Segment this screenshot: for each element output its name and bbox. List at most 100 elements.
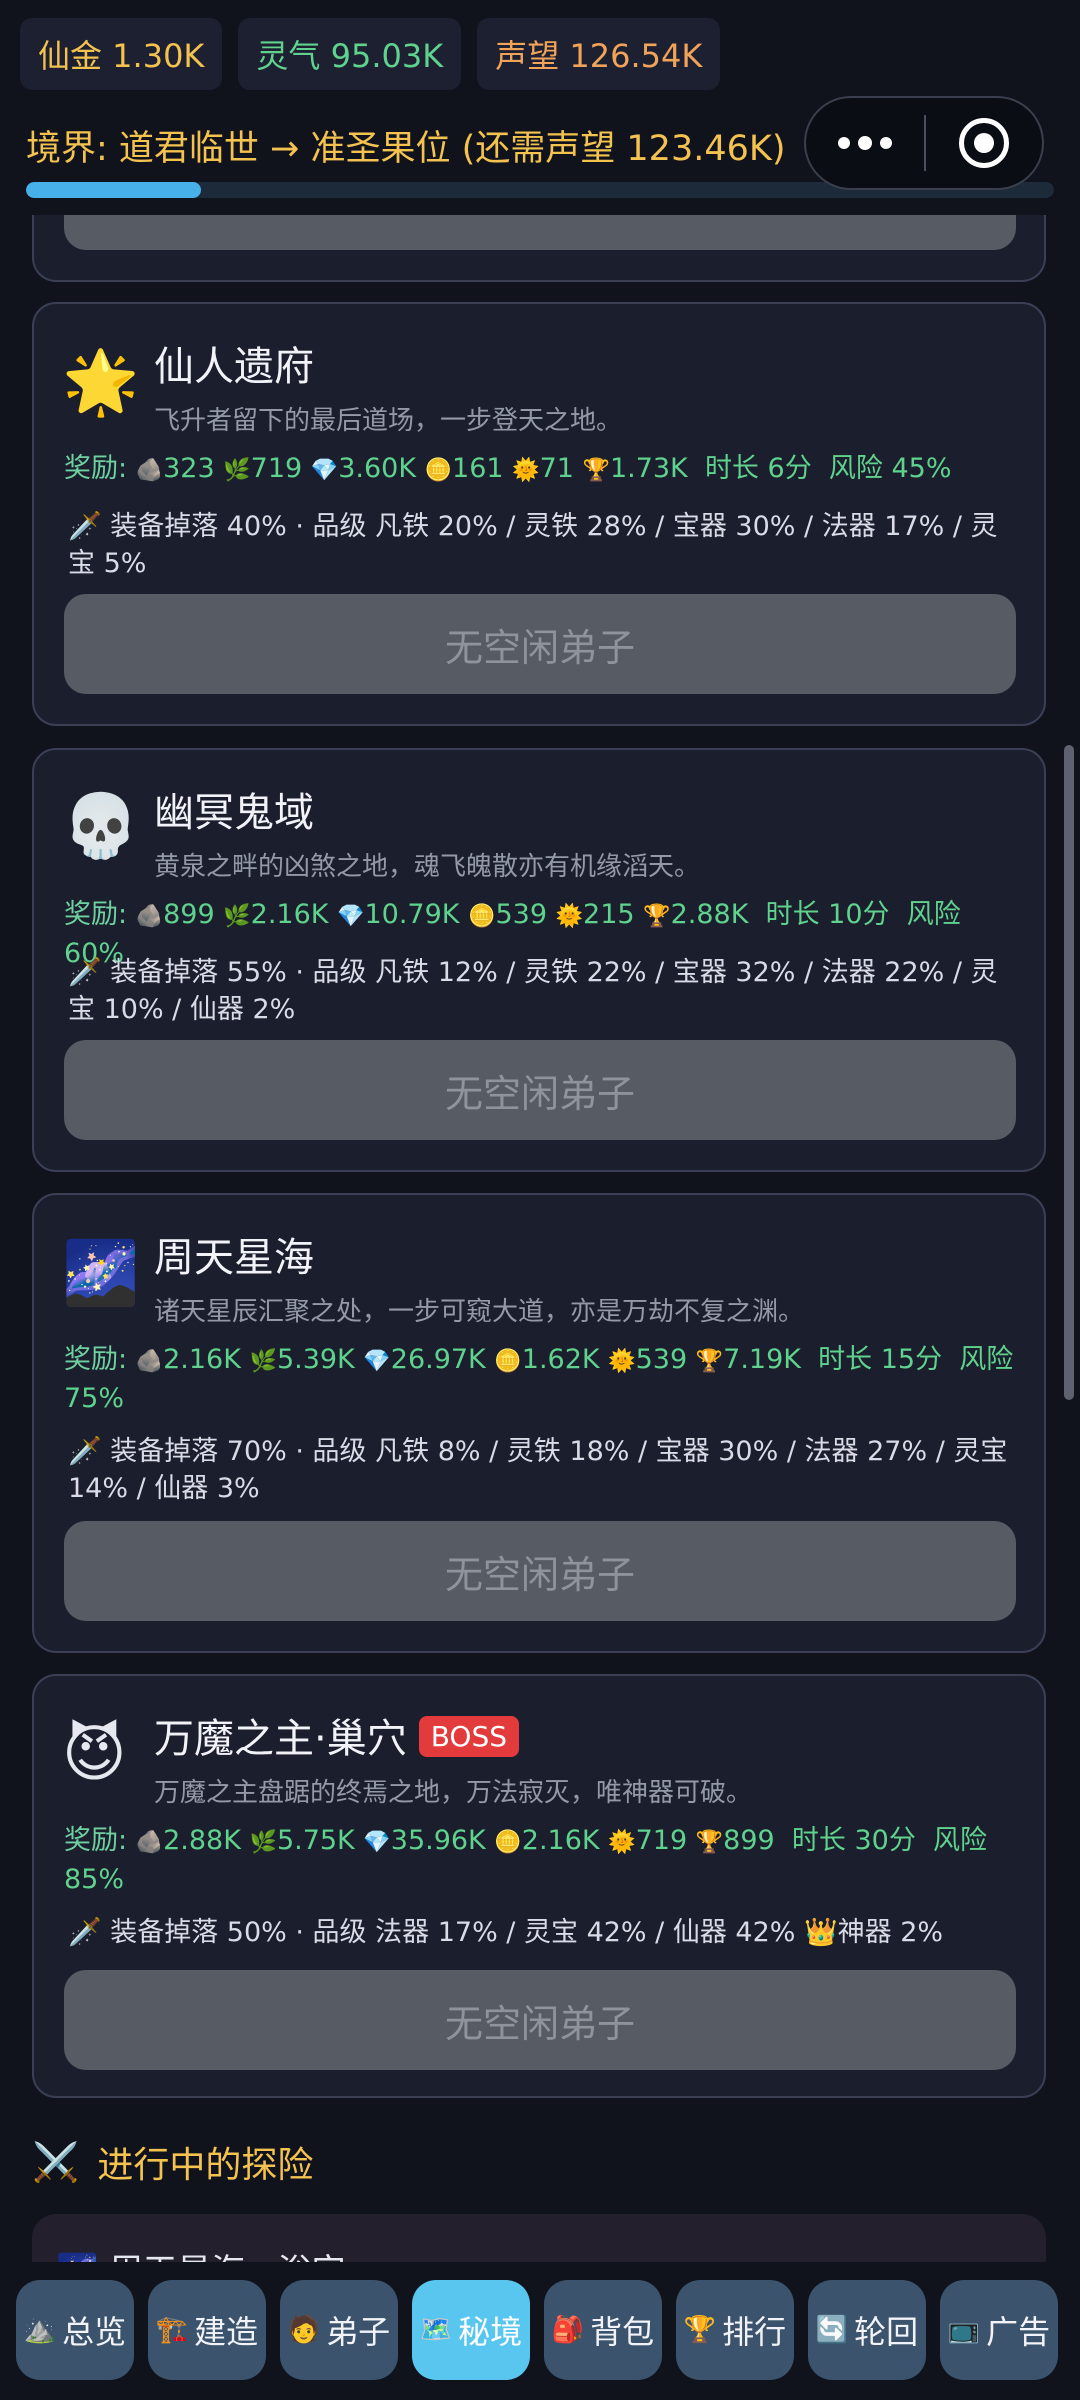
dot-icon — [880, 137, 892, 149]
realm-title-text: 万魔之主·巢穴 — [154, 1716, 407, 1762]
more-menu-button[interactable] — [806, 98, 924, 188]
trophy-icon: 🏆 — [683, 2315, 717, 2345]
dot-icon — [858, 136, 872, 150]
reward-label: 奖励: — [64, 1344, 128, 1375]
reward-value: 719 — [250, 453, 303, 484]
reward-value: 26.97K — [390, 1344, 486, 1375]
reward-value: 539 — [635, 1344, 688, 1375]
sun-icon: 🌞 — [608, 1349, 636, 1374]
target-icon — [959, 118, 1009, 168]
coin-icon: 🪙 — [424, 458, 453, 483]
nav-items: ⛰️ 总览 🏗️ 建造 🧑 弟子 🗺️ 秘境 🎒 背包 🏆 排行 🔄 轮回 📺 广告 — [16, 2280, 1058, 2380]
no-idle-disciple-button[interactable]: 无空闲弟子 — [64, 1521, 1016, 1621]
nav-disciples[interactable]: 🧑 弟子 — [280, 2280, 398, 2380]
stone-icon: 🪨 — [135, 1830, 164, 1855]
reward-value: 323 — [163, 453, 215, 484]
herb-icon: 🌿 — [223, 458, 251, 483]
realm-status: 境界: 道君临世 → 准圣果位 (还需声望 123.46K) — [26, 129, 786, 169]
realm-card: 😈 万魔之主·巢穴 BOSS 万魔之主盘踞的终焉之地，万法寂灭，唯神器可破。 奖励… — [32, 1674, 1046, 2098]
drop-info: 🗡️ 装备掉落 55% · 品级 凡铁 12% / 灵铁 22% / 宝器 32… — [68, 957, 998, 1025]
coin-icon: 🪙 — [494, 1830, 522, 1855]
galaxy-icon: 🌌 — [62, 1236, 140, 1309]
nav-ranking[interactable]: 🏆 排行 — [676, 2280, 794, 2380]
nav-label: 弟子 — [326, 2313, 391, 2351]
stone-icon: 🪨 — [135, 1349, 164, 1374]
boss-badge: BOSS — [418, 1716, 520, 1757]
realm-title: 万魔之主·巢穴 BOSS — [154, 1706, 520, 1764]
reward-value: 539 — [495, 899, 548, 930]
nav-overview[interactable]: ⛰️ 总览 — [16, 2280, 134, 2380]
reward-value: 5.75K — [276, 1825, 355, 1856]
drop-info: 🗡️ 装备掉落 70% · 品级 凡铁 8% / 灵铁 18% / 宝器 30%… — [68, 1436, 1008, 1504]
coin-icon: 🪙 — [494, 1349, 522, 1374]
reward-label: 奖励: — [64, 453, 128, 484]
scrollbar[interactable] — [1064, 745, 1074, 1400]
stone-icon: 🪨 — [135, 458, 164, 483]
map-icon: 🗺️ — [419, 2315, 453, 2345]
nav-label: 背包 — [590, 2313, 655, 2351]
nav-label: 排行 — [722, 2313, 787, 2351]
realm-description: 万魔之主盘踞的终焉之地，万法寂灭，唯神器可破。 — [154, 1778, 753, 1808]
no-idle-disciple-button[interactable]: 无空闲弟子 — [64, 594, 1016, 694]
reward-value: 7.19K — [723, 1344, 801, 1375]
nav-label: 轮回 — [854, 2313, 919, 2351]
gem-icon: 💎 — [363, 1349, 391, 1374]
gem-icon: 💎 — [363, 1830, 391, 1855]
reward-value: 2.16K — [521, 1825, 600, 1856]
gem-icon: 💎 — [310, 458, 339, 483]
trophy-icon: 🏆 — [582, 458, 610, 483]
nav-secret-realm[interactable]: 🗺️ 秘境 — [412, 2280, 530, 2380]
reward-value: 719 — [635, 1825, 688, 1856]
duration: 时长 15分 — [818, 1344, 943, 1375]
reward-value: 2.16K — [250, 899, 329, 930]
realm-description: 黄泉之畔的凶煞之地，魂飞魄散亦有机缘滔天。 — [154, 852, 701, 882]
reward-value: 2.88K — [163, 1825, 241, 1856]
reward-value: 899 — [723, 1825, 775, 1856]
risk: 风险 45% — [828, 453, 952, 484]
no-idle-disciple-button[interactable]: 无空闲弟子 — [64, 1970, 1016, 2070]
reward-value: 899 — [163, 899, 215, 930]
nav-backpack[interactable]: 🎒 背包 — [544, 2280, 662, 2380]
drop-info: 🗡️ 装备掉落 50% · 品级 法器 17% / 灵宝 42% / 仙器 42… — [68, 1917, 944, 1948]
cycle-icon: 🔄 — [815, 2315, 849, 2345]
trophy-icon: 🏆 — [643, 904, 671, 929]
ongoing-section-header: ⚔️ 进行中的探险 — [32, 2136, 313, 2188]
no-idle-disciple-button[interactable]: 无空闲弟子 — [64, 1040, 1016, 1140]
resource-chips: 仙金 1.30K 灵气 95.03K 声望 126.54K — [20, 18, 721, 90]
reward-value: 2.16K — [163, 1344, 241, 1375]
herb-icon: 🌿 — [223, 904, 251, 929]
nav-label: 秘境 — [458, 2313, 523, 2351]
reward-value: 10.79K — [364, 899, 460, 930]
backpack-icon: 🎒 — [551, 2315, 585, 2345]
reward-value: 2.88K — [670, 899, 749, 930]
tv-icon: 📺 — [947, 2315, 981, 2345]
trophy-icon: 🏆 — [695, 1349, 724, 1374]
reward-value: 1.73K — [609, 453, 688, 484]
reward-value: 161 — [452, 453, 504, 484]
reward-value: 215 — [583, 899, 635, 930]
construction-icon: 🏗️ — [155, 2315, 189, 2345]
realm-title: 周天星海 — [154, 1235, 314, 1281]
sun-icon: 🌞 — [608, 1830, 636, 1855]
sun-icon: 🌞 — [555, 904, 584, 929]
realm-card: 🌌 周天星海 诸天星辰汇聚之处，一步可窥大道，亦是万劫不复之渊。 奖励: 🪨2.… — [32, 1193, 1046, 1653]
miniprogram-capsule — [804, 96, 1044, 190]
realm-description: 诸天星辰汇聚之处，一步可窥大道，亦是万劫不复之渊。 — [154, 1297, 805, 1327]
nav-label: 建造 — [194, 2313, 259, 2351]
realm-title: 幽冥鬼域 — [154, 790, 314, 836]
mountain-icon: ⛰️ — [23, 2315, 57, 2345]
realm-description: 飞升者留下的最后道场，一步登天之地。 — [154, 406, 623, 436]
nav-label: 广告 — [986, 2313, 1051, 2351]
nav-reincarnation[interactable]: 🔄 轮回 — [808, 2280, 926, 2380]
nav-build[interactable]: 🏗️ 建造 — [148, 2280, 266, 2380]
reward-value: 35.96K — [390, 1825, 486, 1856]
glowing-star-icon: 🌟 — [62, 345, 140, 418]
bottom-nav: ⛰️ 总览 🏗️ 建造 🧑 弟子 🗺️ 秘境 🎒 背包 🏆 排行 🔄 轮回 📺 广告 — [0, 2262, 1080, 2400]
realm-title: 仙人遗府 — [154, 344, 314, 390]
nav-ads[interactable]: 📺 广告 — [940, 2280, 1058, 2380]
duration: 时长 6分 — [704, 453, 812, 484]
reward-value: 71 — [539, 453, 574, 484]
close-miniprogram-button[interactable] — [926, 98, 1042, 188]
duration: 时长 10分 — [765, 899, 890, 930]
reward-label: 奖励: — [64, 1825, 128, 1856]
